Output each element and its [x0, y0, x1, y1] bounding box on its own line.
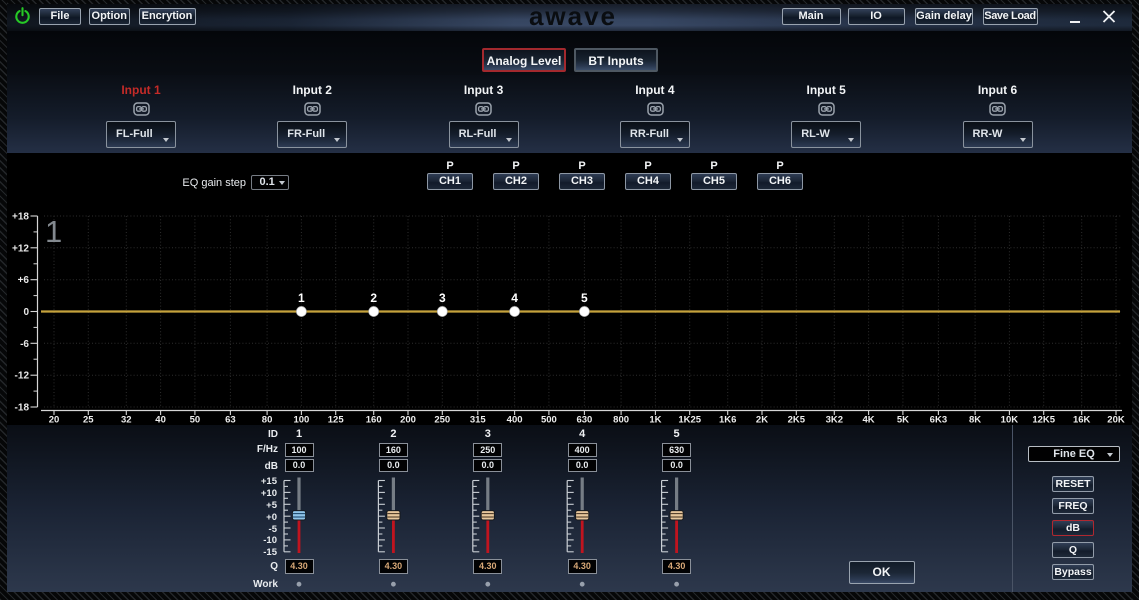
svg-text:5: 5: [581, 291, 588, 305]
svg-text:+18: +18: [12, 212, 29, 223]
svg-text:3: 3: [439, 291, 446, 305]
svg-text:8K: 8K: [969, 415, 981, 426]
svg-text:10K: 10K: [1001, 415, 1019, 426]
svg-text:+12: +12: [12, 243, 29, 254]
svg-text:630: 630: [576, 415, 592, 426]
svg-text:315: 315: [470, 415, 487, 426]
svg-text:25: 25: [83, 415, 94, 426]
svg-text:1: 1: [45, 214, 62, 249]
svg-text:800: 800: [613, 415, 629, 426]
svg-text:50: 50: [190, 415, 201, 426]
svg-text:1K25: 1K25: [678, 415, 701, 426]
svg-text:250: 250: [434, 415, 450, 426]
svg-text:32: 32: [121, 415, 132, 426]
svg-text:2K5: 2K5: [788, 415, 806, 426]
svg-text:12K5: 12K5: [1032, 415, 1055, 426]
svg-text:0: 0: [23, 307, 29, 318]
svg-text:2: 2: [370, 291, 377, 305]
svg-text:2K: 2K: [756, 415, 768, 426]
svg-text:1: 1: [298, 291, 305, 305]
svg-text:500: 500: [541, 415, 557, 426]
svg-text:200: 200: [400, 415, 416, 426]
svg-text:-6: -6: [20, 339, 29, 350]
svg-text:4: 4: [511, 291, 518, 305]
svg-text:63: 63: [225, 415, 236, 426]
svg-text:40: 40: [155, 415, 166, 426]
svg-text:-18: -18: [15, 403, 30, 414]
svg-text:160: 160: [366, 415, 382, 426]
svg-text:5K: 5K: [897, 415, 909, 426]
svg-text:400: 400: [507, 415, 523, 426]
svg-text:4K: 4K: [863, 415, 875, 426]
svg-text:-12: -12: [15, 371, 30, 382]
svg-text:1K6: 1K6: [719, 415, 736, 426]
svg-text:100: 100: [293, 415, 309, 426]
svg-text:1K: 1K: [649, 415, 661, 426]
svg-text:+6: +6: [18, 275, 30, 286]
svg-text:6K3: 6K3: [930, 415, 947, 426]
svg-text:16K: 16K: [1073, 415, 1091, 426]
svg-text:3K2: 3K2: [826, 415, 843, 426]
svg-text:125: 125: [328, 415, 345, 426]
svg-text:20: 20: [49, 415, 60, 426]
svg-text:80: 80: [262, 415, 273, 426]
svg-text:20K: 20K: [1107, 415, 1125, 426]
